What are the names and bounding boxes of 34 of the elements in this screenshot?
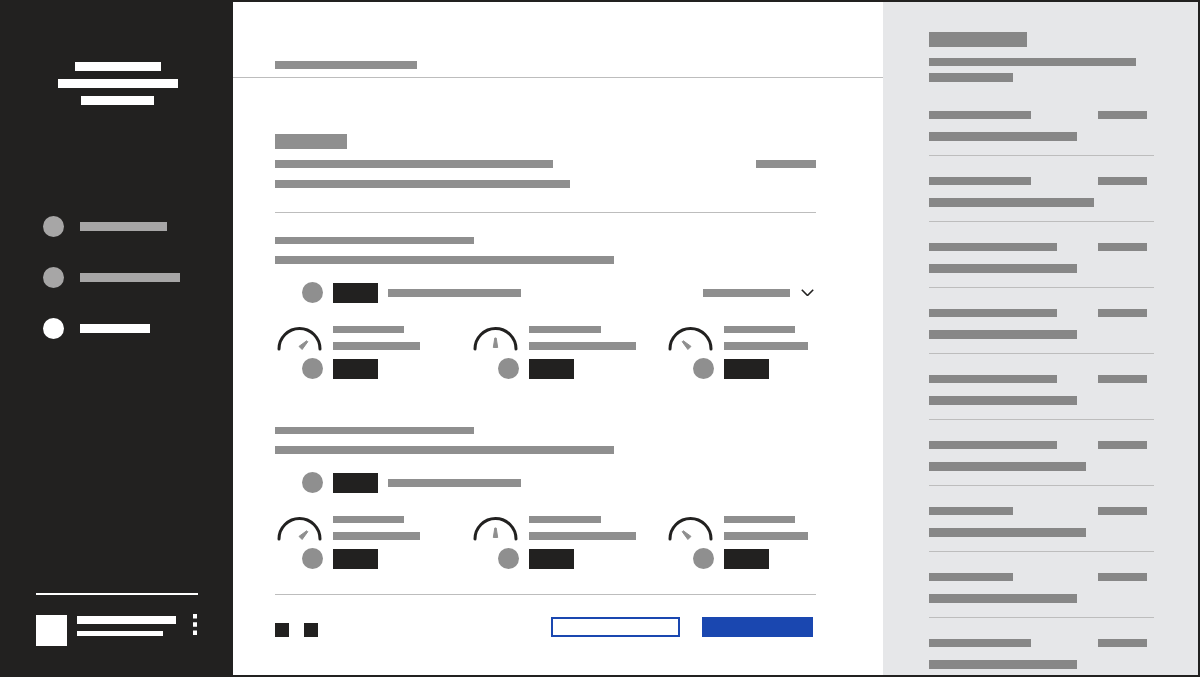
gauge-icon [471,325,519,351]
gauge-icon [471,515,519,541]
dot-icon [693,358,714,379]
placeholder-block [333,472,378,493]
more-options-icon[interactable] [192,614,197,635]
dot-icon [497,548,519,569]
gauge-icon [276,515,323,541]
gauge-icon [276,325,323,351]
placeholder-block [528,548,574,569]
nav-item[interactable] [43,216,167,237]
placeholder-block [333,548,378,569]
placeholder-block [724,548,769,569]
dot-icon [693,548,714,569]
nav-item[interactable] [43,318,150,339]
dropdown[interactable] [703,288,814,297]
placeholder-block [333,282,378,303]
nav-item[interactable] [43,267,180,288]
placeholder-block [724,358,769,379]
dot-icon [302,472,323,493]
dot-icon [302,358,323,379]
placeholder-block [333,358,378,379]
avatar-placeholder [36,615,67,646]
dot-icon [302,282,323,303]
gauge-icon [667,515,714,541]
dot-icon [497,358,519,379]
dot-icon [302,548,323,569]
gauge-icon [667,325,714,351]
placeholder-heading [275,134,347,149]
placeholder-block [528,358,574,379]
circle-icon [43,267,64,288]
circle-icon [43,318,64,339]
chevron-down-icon [801,288,814,297]
secondary-button[interactable] [551,617,680,637]
circle-icon [43,216,64,237]
